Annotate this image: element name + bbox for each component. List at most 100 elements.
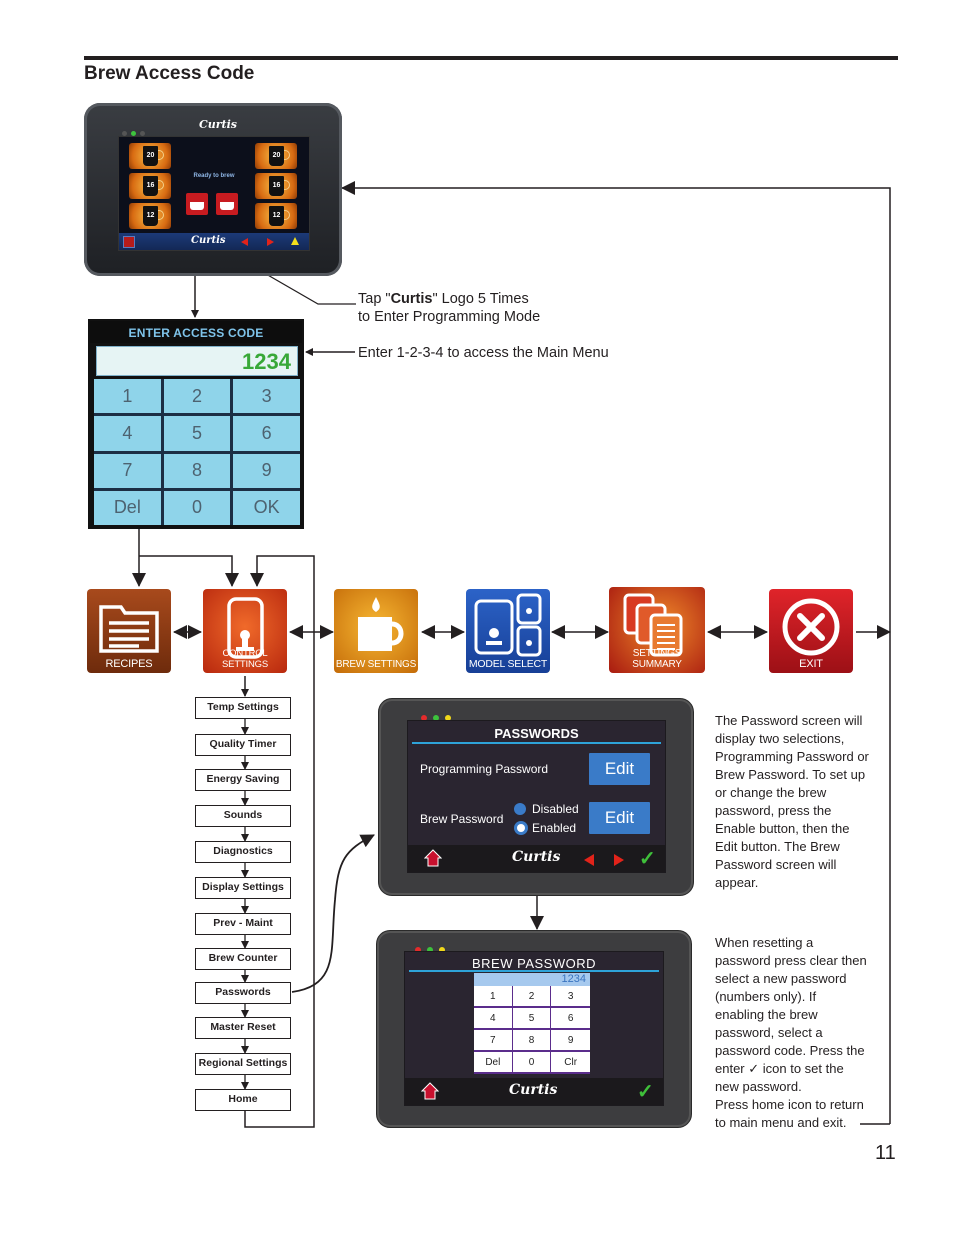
programming-password-label: Programming Password [420,762,549,776]
home-screen-bottom-bar: Curtis [119,233,309,250]
radio-disabled[interactable] [514,803,526,815]
curtis-logo-button[interactable]: Curtis [191,235,226,246]
edit-programming-password-button[interactable]: Edit [589,753,650,785]
submenu-item[interactable]: Brew Counter [195,948,291,970]
cup-button-left-1[interactable]: 20 [129,143,171,169]
description-line: select a new password [715,971,847,986]
keypad-key[interactable]: Del [94,490,161,525]
submenu-item[interactable]: Regional Settings [195,1053,291,1075]
keypad-key[interactable]: 6 [233,416,300,451]
description-line: or change the brew [715,785,827,800]
keypad-key[interactable]: 7 [94,453,161,488]
brew-keypad-key[interactable]: 9 [551,1030,590,1052]
brew-password-screen-device: BREW PASSWORD 1234 1 2 3 4 5 6 7 8 9 Del 0 Clr Curt… [376,930,692,1128]
submenu-item[interactable]: Sounds [195,805,291,827]
brew-keypad-key[interactable]: 7 [474,1030,513,1052]
check-icon[interactable]: ✓ [639,846,656,871]
tap-logo-instruction: Tap "Curtis" Logo 5 Times to Enter Progr… [358,290,540,326]
edit-brew-password-button[interactable]: Edit [589,802,650,834]
radio-disabled-label: Disabled [532,802,579,816]
title-underline [412,742,661,744]
brew-keypad-key[interactable]: 5 [512,1008,552,1030]
cup-button-right-2[interactable]: 16 [255,173,297,199]
keypad-key[interactable]: 4 [94,416,161,451]
curtis-logo[interactable]: Curtis [199,118,237,131]
menu-exit[interactable]: EXIT [769,589,853,673]
keypad-keys: 1 2 3 4 5 6 7 8 9 Del 0 OK [94,379,300,525]
passwords-screen-device: PASSWORDS Programming Password Edit Brew… [378,698,694,896]
keypad-key[interactable]: OK [233,490,300,525]
home-icon[interactable] [424,849,442,867]
keypad-key[interactable]: 0 [163,490,231,525]
description-line: password, select a [715,1025,823,1040]
keypad-key[interactable]: 8 [163,453,231,488]
submenu-item[interactable]: Display Settings [195,877,291,899]
home-icon[interactable] [421,1082,439,1100]
keypad-key[interactable]: 2 [163,379,231,414]
menu-model-select[interactable]: MODEL SELECT [466,589,550,673]
arrow-left-icon[interactable] [584,854,594,866]
description-line: to main menu and exit. [715,1115,847,1130]
cup-button-left-3[interactable]: 12 [129,203,171,229]
brew-keypad-key[interactable]: 8 [512,1030,552,1052]
title-underline [409,970,659,972]
warning-icon[interactable] [291,237,299,245]
brew-keypad-key[interactable]: 6 [551,1008,590,1030]
submenu-item[interactable]: Prev - Maint [195,913,291,935]
description-line: appear. [715,875,759,890]
description-line: Brew Password. To set up [715,767,866,782]
brew-keypad-key[interactable]: 1 [474,986,513,1008]
keypad-header: ENTER ACCESS CODE [90,321,302,343]
description-line: password press clear then [715,953,867,968]
arrow-right-icon[interactable] [267,238,274,246]
keypad-key[interactable]: 5 [163,416,231,451]
menu-label: EXIT [799,658,823,670]
text-bold: Curtis [390,291,433,307]
brew-basket-icon-right[interactable] [216,193,238,215]
brewer-home-screen-device: Curtis 20 16 12 20 16 12 Ready to brew C… [84,103,342,276]
passwords-screen: PASSWORDS Programming Password Edit Brew… [407,720,666,873]
home-screen-display: 20 16 12 20 16 12 Ready to brew Curtis [118,136,310,251]
menu-control-settings[interactable]: CONTROL SETTINGS [203,589,287,673]
keypad-key[interactable]: 1 [94,379,161,414]
brew-password-screen: BREW PASSWORD 1234 1 2 3 4 5 6 7 8 9 Del 0 Clr Curt… [404,951,664,1106]
keypad-key[interactable]: 9 [233,453,300,488]
access-code-display: 1234 [96,346,298,376]
brew-keypad-key[interactable]: Clr [551,1052,590,1074]
submenu-item[interactable]: Quality Timer [195,734,291,756]
brew-keypad-key[interactable]: 0 [512,1052,552,1074]
menu-brew-settings[interactable]: BREW SETTINGS [334,589,418,673]
cup-button-left-2[interactable]: 16 [129,173,171,199]
cup-button-right-3[interactable]: 12 [255,203,297,229]
screen-bottom-bar: Curtis ✓ [408,845,665,872]
cup-button-right-1[interactable]: 20 [255,143,297,169]
mug-icon: 20 [269,146,290,166]
home-icon[interactable] [123,236,135,248]
menu-settings-summary[interactable]: SETTINGS SUMMARY [609,587,705,673]
description-line: enter ✓ icon to set the [715,1061,844,1076]
submenu-item[interactable]: Home [195,1089,291,1111]
access-code-keypad: ENTER ACCESS CODE 1234 1 2 3 4 5 6 7 8 9 Del 0 OK [88,319,304,529]
submenu-item[interactable]: Temp Settings [195,697,291,719]
keypad-key[interactable]: 3 [233,379,300,414]
radio-enabled[interactable] [517,824,525,832]
submenu-item[interactable]: Master Reset [195,1017,291,1039]
brew-keypad-key[interactable]: 2 [512,986,552,1008]
menu-recipes[interactable]: RECIPES [87,589,171,673]
arrow-right-icon[interactable] [614,854,624,866]
brew-keypad-key[interactable]: Del [474,1052,513,1074]
submenu-item[interactable]: Diagnostics [195,841,291,863]
menu-label: MODEL SELECT [468,658,548,670]
description-line: Press home icon to return [715,1097,864,1112]
brew-keypad-key[interactable]: 4 [474,1008,513,1030]
submenu-item[interactable]: Passwords [195,982,291,1004]
brew-basket-icon-left[interactable] [186,193,208,215]
description-line: Programming Password or [715,749,869,764]
description-line: password code. Press the [715,1043,865,1058]
check-icon[interactable]: ✓ [637,1079,654,1104]
description-line: (numbers only). If [715,989,817,1004]
description-line: Password screen will [715,857,837,872]
arrow-left-icon[interactable] [241,238,248,246]
submenu-item[interactable]: Energy Saving [195,769,291,791]
brew-keypad-key[interactable]: 3 [551,986,590,1008]
